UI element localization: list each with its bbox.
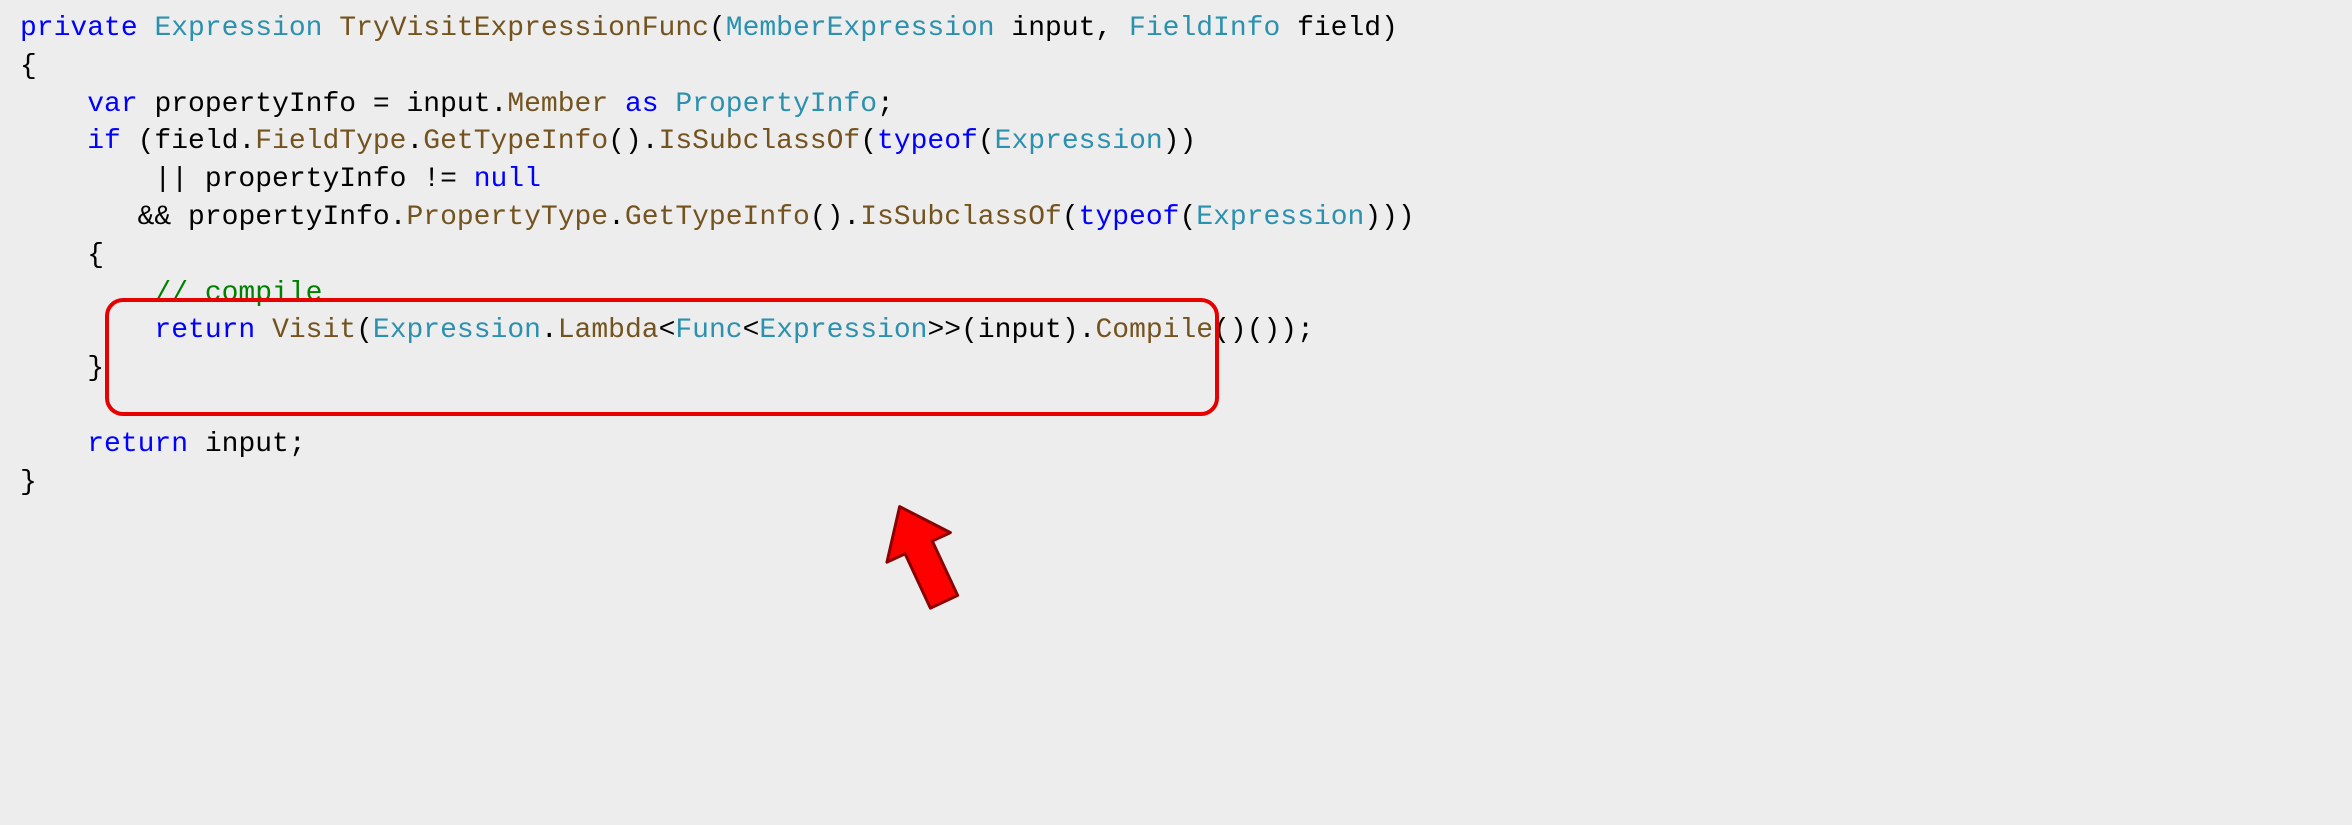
type-expression-2: Expression: [995, 126, 1163, 157]
arrow-annotation: [870, 420, 980, 663]
keyword-return-2: return: [87, 429, 188, 460]
keyword-private: private: [20, 13, 138, 44]
member-gettypeinfo: GetTypeInfo: [423, 126, 608, 157]
keyword-return: return: [154, 315, 255, 346]
code-block: private Expression TryVisitExpressionFun…: [0, 0, 2352, 663]
keyword-var: var: [87, 89, 137, 120]
line-3: var propertyInfo = input.Member as Prope…: [20, 89, 894, 120]
keyword-as: as: [625, 89, 659, 120]
keyword-if: if: [87, 126, 121, 157]
line-8: // compile: [20, 278, 322, 309]
line-10: }: [20, 353, 104, 384]
type-expression-5: Expression: [759, 315, 927, 346]
member-lambda: Lambda: [558, 315, 659, 346]
line-6: && propertyInfo.PropertyType.GetTypeInfo…: [20, 202, 1415, 233]
line-2: {: [20, 51, 37, 82]
line-7: {: [20, 240, 104, 271]
method-name: TryVisitExpressionFunc: [339, 13, 709, 44]
comment-compile: // compile: [154, 278, 322, 309]
keyword-typeof: typeof: [877, 126, 978, 157]
type-fieldinfo: FieldInfo: [1129, 13, 1280, 44]
type-expression: Expression: [154, 13, 322, 44]
member-compile: Compile: [1095, 315, 1213, 346]
member-propertytype: PropertyType: [406, 202, 608, 233]
line-5: || propertyInfo != null: [20, 164, 541, 195]
member-visit: Visit: [272, 315, 356, 346]
member-issubclassof: IsSubclassOf: [659, 126, 861, 157]
line-9: return Visit(Expression.Lambda<Func<Expr…: [20, 315, 1314, 346]
line-4: if (field.FieldType.GetTypeInfo().IsSubc…: [20, 126, 1196, 157]
member-member: Member: [507, 89, 608, 120]
keyword-typeof-2: typeof: [1079, 202, 1180, 233]
line-12: }: [20, 467, 37, 498]
type-propertyinfo: PropertyInfo: [675, 89, 877, 120]
member-issubclassof-2: IsSubclassOf: [860, 202, 1062, 233]
type-func: Func: [675, 315, 742, 346]
keyword-null: null: [474, 164, 541, 195]
type-memberexpression: MemberExpression: [726, 13, 995, 44]
line-11: return input;: [20, 429, 306, 460]
type-expression-3: Expression: [1196, 202, 1364, 233]
member-fieldtype: FieldType: [255, 126, 406, 157]
member-gettypeinfo-2: GetTypeInfo: [625, 202, 810, 233]
type-expression-4: Expression: [373, 315, 541, 346]
line-1: private Expression TryVisitExpressionFun…: [20, 13, 1398, 44]
